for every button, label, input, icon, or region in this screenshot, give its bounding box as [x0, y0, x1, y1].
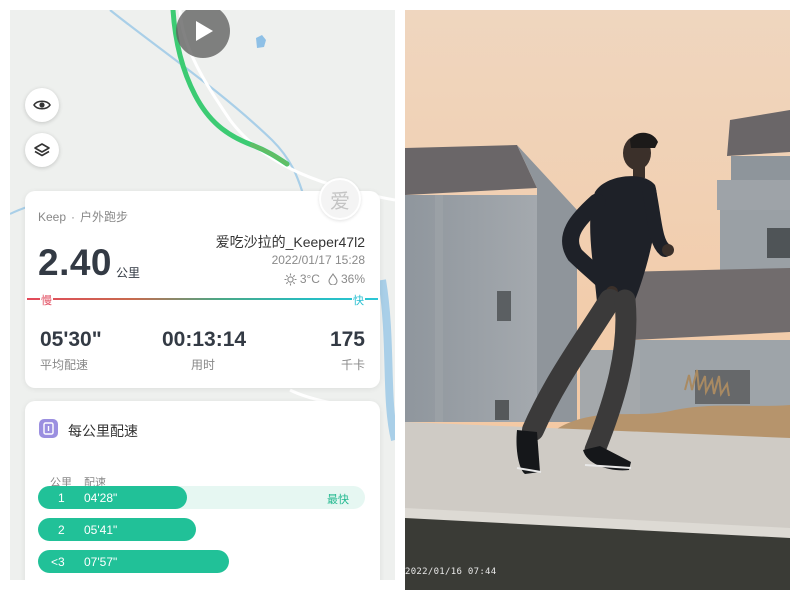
layers-button[interactable]: [25, 133, 59, 167]
activity-datetime: 2022/01/17 15:28: [271, 253, 365, 267]
speed-slow-label: 慢: [40, 292, 53, 308]
pace-row-value: 07'57": [84, 555, 118, 569]
distance-unit: 公里: [116, 266, 141, 280]
eye-icon: [33, 100, 51, 110]
duration-value: 00:13:14: [162, 328, 247, 351]
humidity-icon: [328, 273, 338, 285]
calories-label: 千卡: [340, 358, 365, 372]
pace-card-title: 每公里配速: [68, 423, 138, 439]
activity-app-screenshot: 爱 Keep · 户外跑步 2.40 公里 爱吃沙拉的_Keeper47l2 202…: [10, 10, 395, 580]
username: 爱吃沙拉的_Keeper47l2: [215, 234, 365, 250]
activity-source: Keep · 户外跑步: [38, 208, 128, 225]
speed-gradient-bar: [27, 298, 378, 300]
photo-timestamp: 2022/01/16 07:44: [405, 567, 497, 577]
avatar[interactable]: 爱: [319, 178, 361, 220]
pace-row-km: 1: [58, 491, 65, 505]
pace-row-value: 05'41": [84, 523, 118, 537]
pace-row-value: 04'28": [84, 491, 118, 505]
layers-icon: [34, 143, 50, 157]
pace-list-icon: [39, 419, 58, 438]
activity-type-label: 户外跑步: [80, 210, 129, 224]
source-app-label: Keep: [38, 210, 67, 224]
runner-photo: 2022/01/16 07:44: [405, 10, 790, 590]
avg-pace-value: 05'30": [40, 328, 102, 351]
duration-label: 用时: [191, 358, 216, 372]
fastest-label: 最快: [327, 494, 349, 506]
pace-row-km: 2: [58, 523, 65, 537]
speed-fast-label: 快: [352, 292, 365, 308]
pace-row-bar: 1 04'28": [38, 486, 187, 509]
temperature-value: 3°C: [299, 272, 320, 286]
source-separator: ·: [71, 210, 76, 224]
distance-value: 2.40: [38, 242, 113, 283]
pace-row-bar: <3 07'57": [38, 550, 229, 573]
pace-row-bar: 2 05'41": [38, 518, 196, 541]
avg-pace-label: 平均配速: [40, 358, 89, 372]
pace-row-km: <3: [51, 555, 65, 569]
calories-value: 175: [329, 328, 365, 351]
photo-scene: [405, 10, 790, 590]
weather-info: 3°C 36%: [284, 272, 365, 286]
humidity-value: 36%: [340, 272, 365, 286]
eye-toggle-button[interactable]: [25, 88, 59, 122]
sun-icon: [284, 273, 297, 285]
